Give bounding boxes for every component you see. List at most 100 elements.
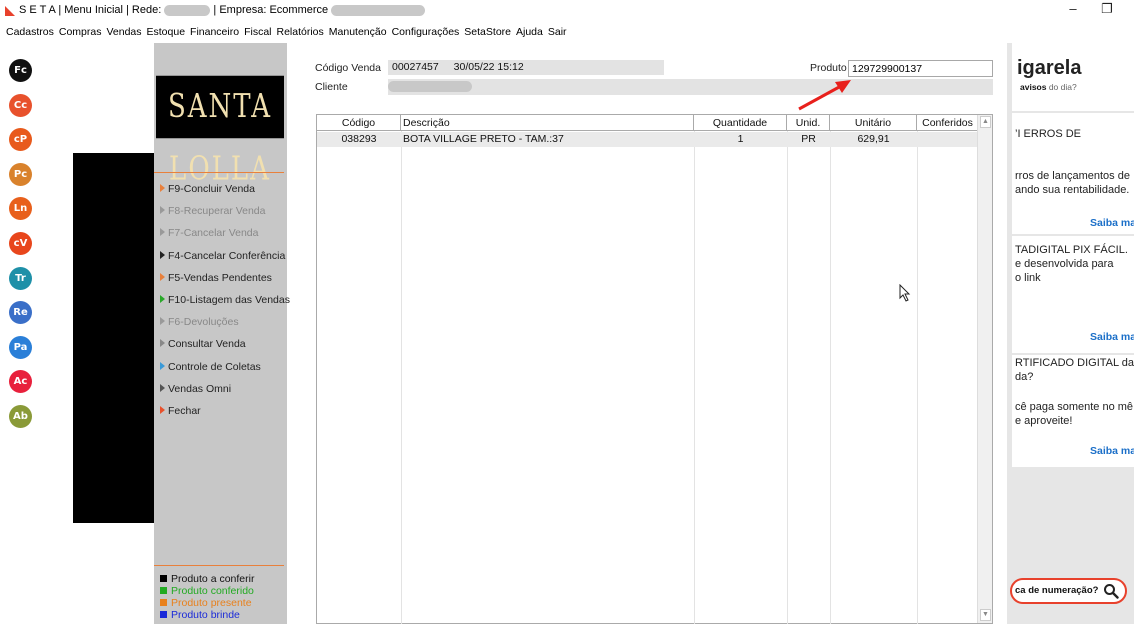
restore-button[interactable]: ❐ bbox=[1092, 0, 1122, 20]
black-panel bbox=[73, 153, 154, 523]
arrow-right-icon bbox=[160, 272, 165, 281]
shortcut-cv-icon[interactable]: cV bbox=[9, 232, 32, 255]
legend-item: Produto conferido bbox=[160, 585, 254, 597]
menu-financeiro[interactable]: Financeiro bbox=[188, 21, 242, 43]
menu-cadastros[interactable]: Cadastros bbox=[0, 21, 57, 43]
col-quantidade[interactable]: Quantidade bbox=[694, 115, 787, 131]
card3-saiba-mais-link[interactable]: Saiba mai bbox=[1090, 445, 1134, 457]
info-card-3: RTIFICADO DIGITAL da da? cê paga somente… bbox=[1012, 355, 1134, 467]
seta-logo-icon bbox=[5, 6, 15, 16]
col-codigo[interactable]: Código bbox=[317, 115, 401, 131]
info-brand: igarela bbox=[1017, 57, 1082, 79]
action-item[interactable]: F9-Concluir Venda bbox=[160, 183, 255, 195]
menu-setastore[interactable]: SetaStore bbox=[462, 21, 514, 43]
cell-unitario: 629,91 bbox=[857, 133, 890, 145]
menu-compras[interactable]: Compras bbox=[57, 21, 105, 43]
separator-bottom bbox=[154, 565, 284, 566]
action-label: Vendas Omni bbox=[168, 382, 232, 395]
produto-input[interactable] bbox=[848, 60, 993, 77]
info-tagline: avisos do dia? bbox=[1020, 82, 1077, 92]
redacted-empresa bbox=[331, 4, 426, 16]
shortcut-tr-icon[interactable]: Tr bbox=[9, 266, 32, 290]
search-icon[interactable] bbox=[1103, 583, 1119, 599]
action-label: F7-Cancelar Venda bbox=[168, 227, 259, 240]
legend-swatch bbox=[160, 611, 167, 618]
sale-datetime: 30/05/22 15:12 bbox=[453, 61, 524, 73]
cell-conferidos bbox=[917, 132, 977, 147]
table-scrollbar[interactable]: ▲ ▼ bbox=[977, 115, 992, 623]
card3-line4: e aproveite! bbox=[1015, 415, 1073, 427]
action-item[interactable]: Controle de Coletas bbox=[160, 361, 261, 373]
card2-saiba-mais-link[interactable]: Saiba mai bbox=[1090, 331, 1134, 343]
col-conferidos[interactable]: Conferidos bbox=[917, 115, 979, 131]
items-table[interactable]: Código Descrição Quantidade Unid. Unitár… bbox=[316, 114, 993, 624]
table-row[interactable]: 038293 BOTA VILLAGE PRETO - TAM.:37 1 PR… bbox=[317, 132, 977, 147]
shortcut-ab-icon[interactable]: Ab bbox=[9, 405, 32, 428]
cliente-field[interactable] bbox=[388, 79, 993, 95]
action-label: F10-Listagem das Vendas bbox=[168, 294, 290, 306]
action-item[interactable]: F5-Vendas Pendentes bbox=[160, 272, 272, 284]
shortcut-column bbox=[0, 43, 73, 624]
info-search-text: ca de numeração? bbox=[1015, 585, 1099, 596]
menu-sair[interactable]: Sair bbox=[546, 21, 570, 43]
legend-swatch bbox=[160, 587, 167, 594]
produto-label: Produto bbox=[810, 62, 847, 74]
menu-estoque[interactable]: Estoque bbox=[145, 21, 189, 43]
shortcut-pc-icon[interactable]: Pc bbox=[9, 162, 32, 186]
action-label: Controle de Coletas bbox=[168, 360, 261, 373]
info-search-box[interactable]: ca de numeração? bbox=[1010, 578, 1127, 604]
action-item[interactable]: Fechar bbox=[160, 405, 201, 417]
card1-title: ’I ERROS DE bbox=[1015, 128, 1082, 140]
card2-line2: e desenvolvida para bbox=[1015, 258, 1114, 270]
action-label: F8-Recuperar Venda bbox=[168, 205, 266, 218]
arrow-right-icon bbox=[160, 295, 165, 303]
action-label: F4-Cancelar Conferência bbox=[168, 249, 286, 262]
cell-descricao: BOTA VILLAGE PRETO - TAM.:37 bbox=[403, 133, 564, 145]
menu-manutencao[interactable]: Manutenção bbox=[327, 21, 390, 43]
action-label: Fechar bbox=[168, 405, 201, 417]
column-divider bbox=[917, 131, 918, 624]
shortcut-cc-icon[interactable]: Cc bbox=[9, 93, 32, 117]
scroll-up-icon[interactable]: ▲ bbox=[980, 116, 991, 128]
col-unid[interactable]: Unid. bbox=[787, 115, 830, 131]
shortcut-pa-icon[interactable]: Pa bbox=[9, 335, 32, 359]
action-item[interactable]: F4-Cancelar Conferência bbox=[160, 250, 285, 262]
legend-swatch bbox=[160, 575, 167, 582]
mouse-cursor-icon bbox=[899, 284, 911, 302]
action-item[interactable]: Consultar Venda bbox=[160, 338, 246, 350]
card1-saiba-mais-link[interactable]: Saiba mai bbox=[1090, 217, 1134, 229]
menu-configuracoes[interactable]: Configurações bbox=[390, 21, 463, 43]
action-item[interactable]: Vendas Omni bbox=[160, 383, 231, 395]
menu-vendas[interactable]: Vendas bbox=[104, 21, 144, 43]
column-divider bbox=[694, 131, 695, 624]
legend-label: Produto a conferir bbox=[171, 573, 255, 585]
title-empresa: | Empresa: Ecommerce bbox=[213, 4, 329, 16]
card3-line3: cê paga somente no mê bbox=[1015, 401, 1134, 413]
cell-quantidade: 1 bbox=[737, 133, 744, 145]
arrow-right-icon bbox=[160, 250, 165, 259]
col-unitario[interactable]: Unitário bbox=[830, 115, 917, 131]
legend-item: Produto presente bbox=[160, 597, 252, 609]
arrow-right-icon bbox=[160, 406, 165, 414]
action-item[interactable]: F10-Listagem das Vendas bbox=[160, 294, 290, 306]
menu-ajuda[interactable]: Ajuda bbox=[514, 21, 546, 43]
brand-logo: SANTA LOLLA bbox=[156, 75, 284, 188]
title-app: S E T A | Menu Inicial | Rede: bbox=[19, 4, 162, 16]
scroll-down-icon[interactable]: ▼ bbox=[980, 609, 991, 621]
card2-line3: o link bbox=[1015, 272, 1041, 284]
arrow-right-icon bbox=[160, 184, 165, 192]
minimize-button[interactable]: – bbox=[1058, 0, 1088, 20]
column-divider bbox=[830, 131, 831, 624]
arrow-right-icon bbox=[160, 206, 165, 215]
action-item[interactable]: F6-Devoluções bbox=[160, 316, 239, 328]
action-item[interactable]: F7-Cancelar Venda bbox=[160, 227, 258, 239]
legend-item: Produto a conferir bbox=[160, 573, 254, 585]
action-item[interactable]: F8-Recuperar Venda bbox=[160, 205, 265, 217]
cell-codigo: 038293 bbox=[341, 133, 377, 145]
col-descricao[interactable]: Descrição bbox=[401, 115, 694, 131]
cliente-label: Cliente bbox=[315, 81, 348, 93]
menu-relatorios[interactable]: Relatórios bbox=[275, 21, 327, 43]
shortcut-fc-icon[interactable]: Fc bbox=[9, 59, 32, 82]
window-title: S E T A | Menu Inicial | Rede: | Empresa… bbox=[19, 4, 426, 16]
menu-fiscal[interactable]: Fiscal bbox=[242, 21, 274, 43]
